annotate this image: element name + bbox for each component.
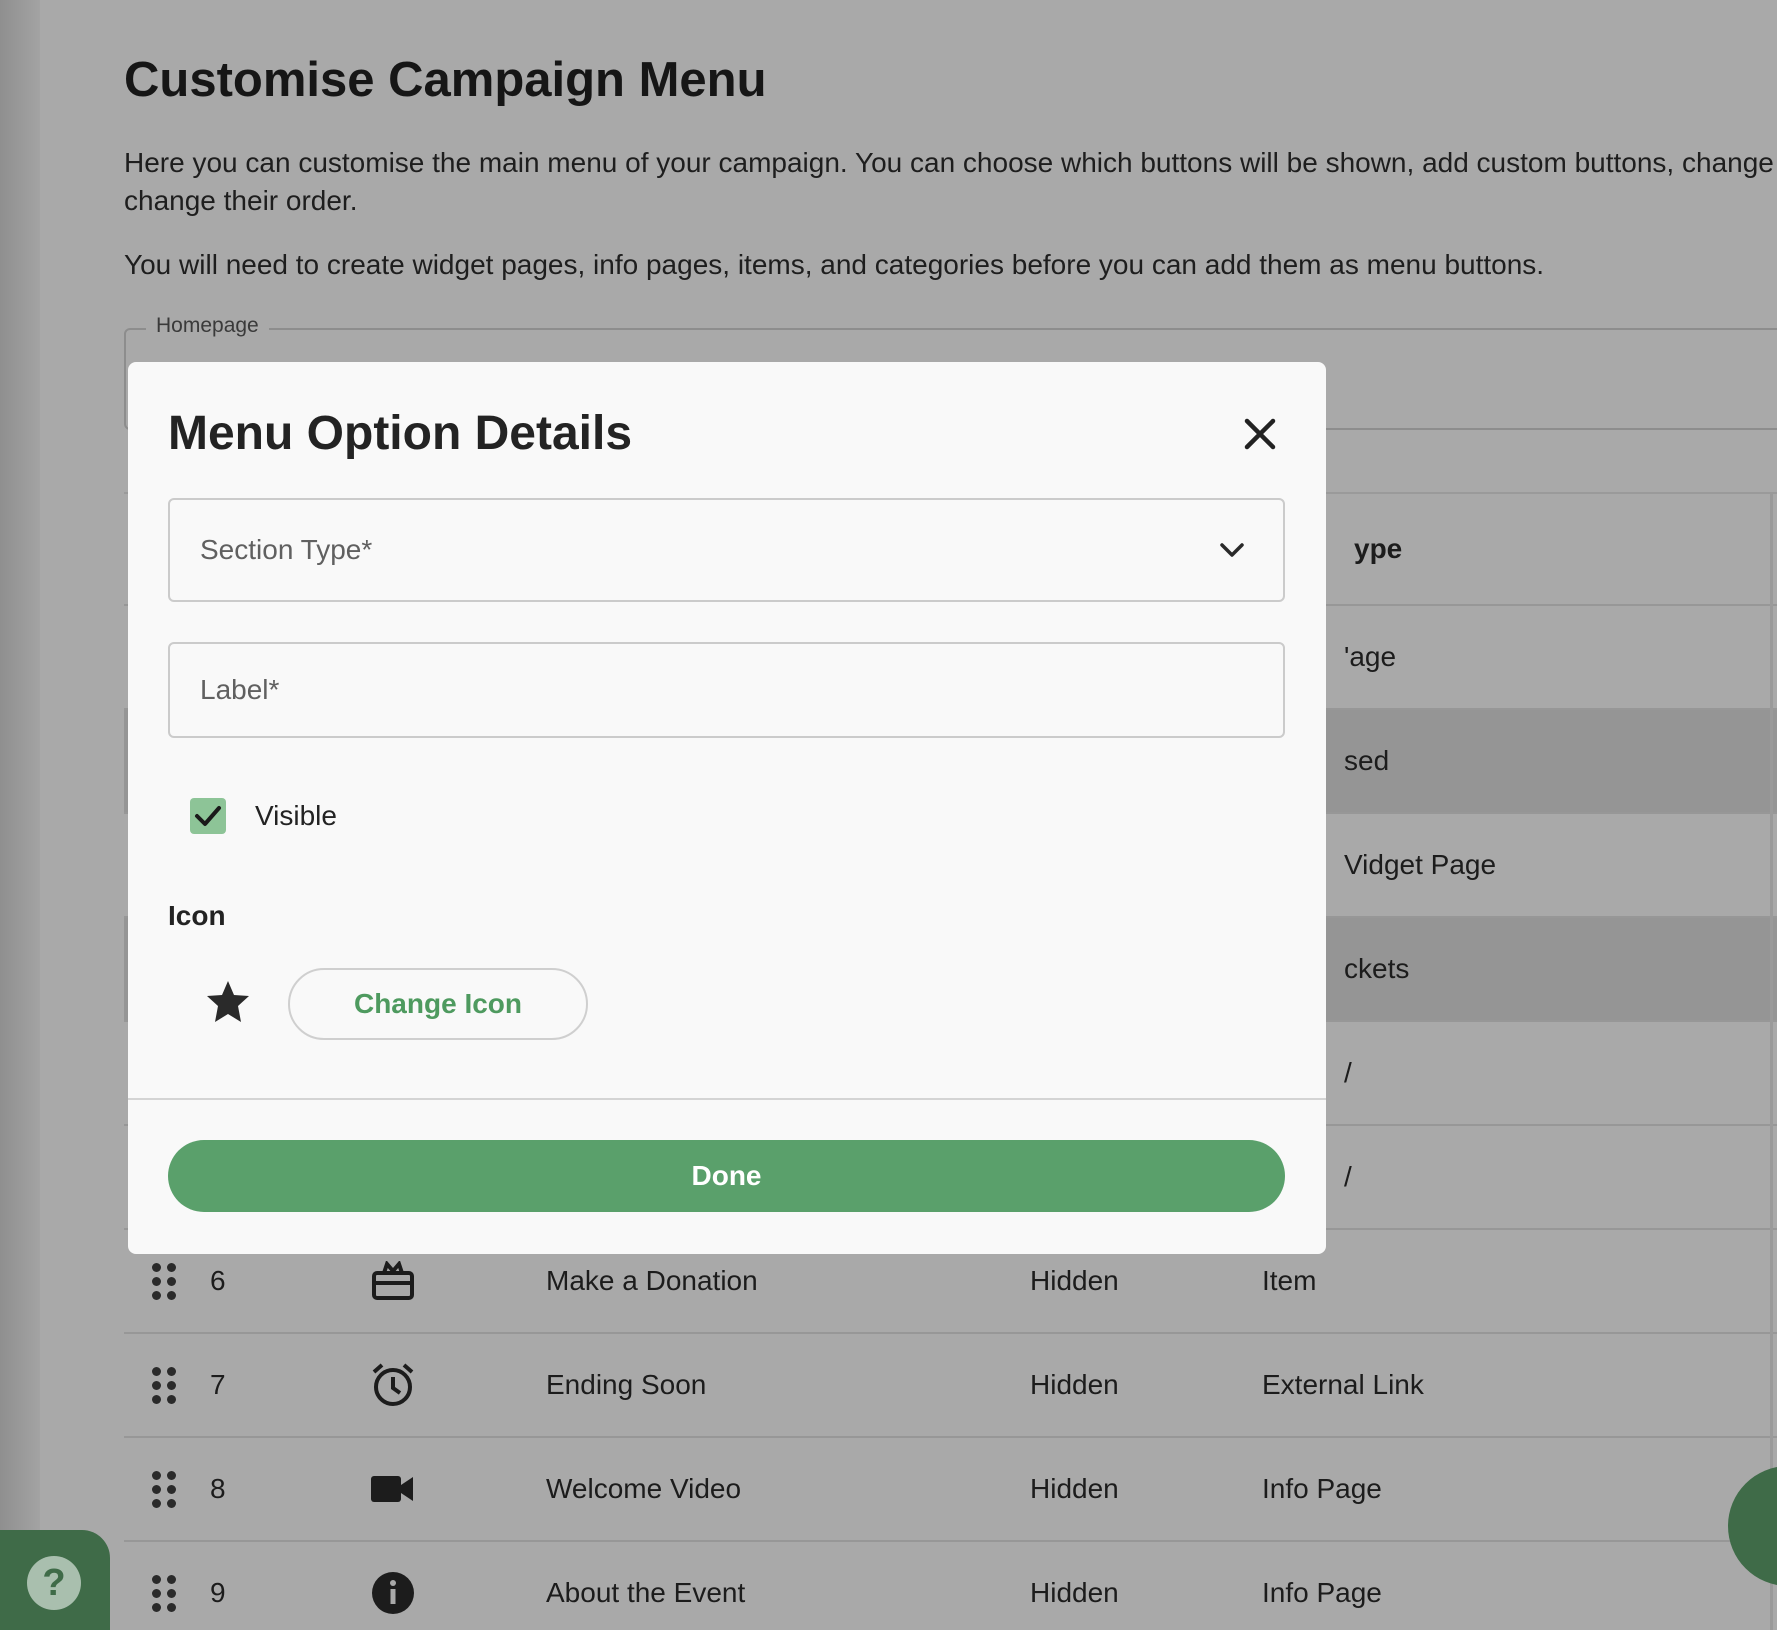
icon-heading: Icon <box>168 900 226 931</box>
dialog-title: Menu Option Details <box>168 407 633 460</box>
checkmark-icon <box>195 806 221 826</box>
table-row[interactable]: 8 Welcome Video Hidden Info Page <box>124 1438 1777 1542</box>
alarm-clock-icon <box>368 1334 418 1436</box>
row-number: 7 <box>210 1369 226 1400</box>
intro-text-2: You will need to create widget pages, in… <box>124 249 1545 280</box>
video-camera-icon <box>368 1438 418 1540</box>
done-button[interactable]: Done <box>168 1140 1285 1212</box>
drag-handle-icon[interactable] <box>152 1334 178 1436</box>
drag-handle-icon[interactable] <box>152 1542 178 1630</box>
dialog-divider <box>128 1098 1326 1100</box>
row-type: External Link <box>1262 1369 1424 1400</box>
help-icon: ? <box>27 1556 81 1610</box>
row-type: sed <box>1344 745 1390 776</box>
column-header-type: ype <box>1354 533 1403 564</box>
label-field[interactable]: Label* <box>168 642 1285 738</box>
row-visibility: Hidden <box>1030 1369 1119 1400</box>
section-type-select[interactable]: Section Type* <box>168 498 1285 602</box>
row-type: / <box>1344 1057 1352 1088</box>
table-row[interactable]: 7 Ending Soon Hidden External Link <box>124 1334 1777 1438</box>
table-row[interactable]: 9 About the Event Hidden Info Page <box>124 1542 1777 1630</box>
row-type: Info Page <box>1262 1473 1382 1504</box>
row-visibility: Hidden <box>1030 1577 1119 1608</box>
section-type-label: Section Type* <box>200 534 373 565</box>
close-icon[interactable] <box>1236 410 1284 458</box>
star-icon <box>207 981 249 1022</box>
info-icon <box>368 1542 418 1630</box>
row-label: About the Event <box>546 1577 746 1608</box>
visible-checkbox[interactable] <box>190 798 226 834</box>
visible-label: Visible <box>255 800 337 831</box>
row-type: / <box>1344 1161 1352 1192</box>
row-type: Vidget Page <box>1344 849 1497 880</box>
intro-text: Here you can customise the main menu of … <box>124 144 1777 220</box>
help-button[interactable]: ? <box>0 1530 110 1630</box>
menu-option-dialog: Menu Option Details Section Type* Label*… <box>128 362 1326 1254</box>
row-label: Ending Soon <box>546 1369 707 1400</box>
row-visibility: Hidden <box>1030 1473 1119 1504</box>
intro-line-1: Here you can customise the main menu of … <box>124 147 1774 178</box>
actions-column-divider <box>1770 492 1773 1630</box>
change-icon-button[interactable]: Change Icon <box>288 968 588 1040</box>
chevron-down-icon <box>1220 543 1244 557</box>
row-label: Welcome Video <box>546 1473 742 1504</box>
row-type: 'age <box>1344 641 1397 672</box>
intro-line-1-cont: change their order. <box>124 185 358 216</box>
label-field-label: Label* <box>200 674 280 705</box>
sidebar-edge <box>0 0 40 1630</box>
row-number: 9 <box>210 1577 226 1608</box>
row-number: 8 <box>210 1473 226 1504</box>
row-type: ckets <box>1344 953 1410 984</box>
drag-handle-icon[interactable] <box>152 1438 178 1540</box>
homepage-legend: Homepage <box>146 314 269 338</box>
page-title: Customise Campaign Menu <box>124 53 767 107</box>
row-type: Info Page <box>1262 1577 1382 1608</box>
